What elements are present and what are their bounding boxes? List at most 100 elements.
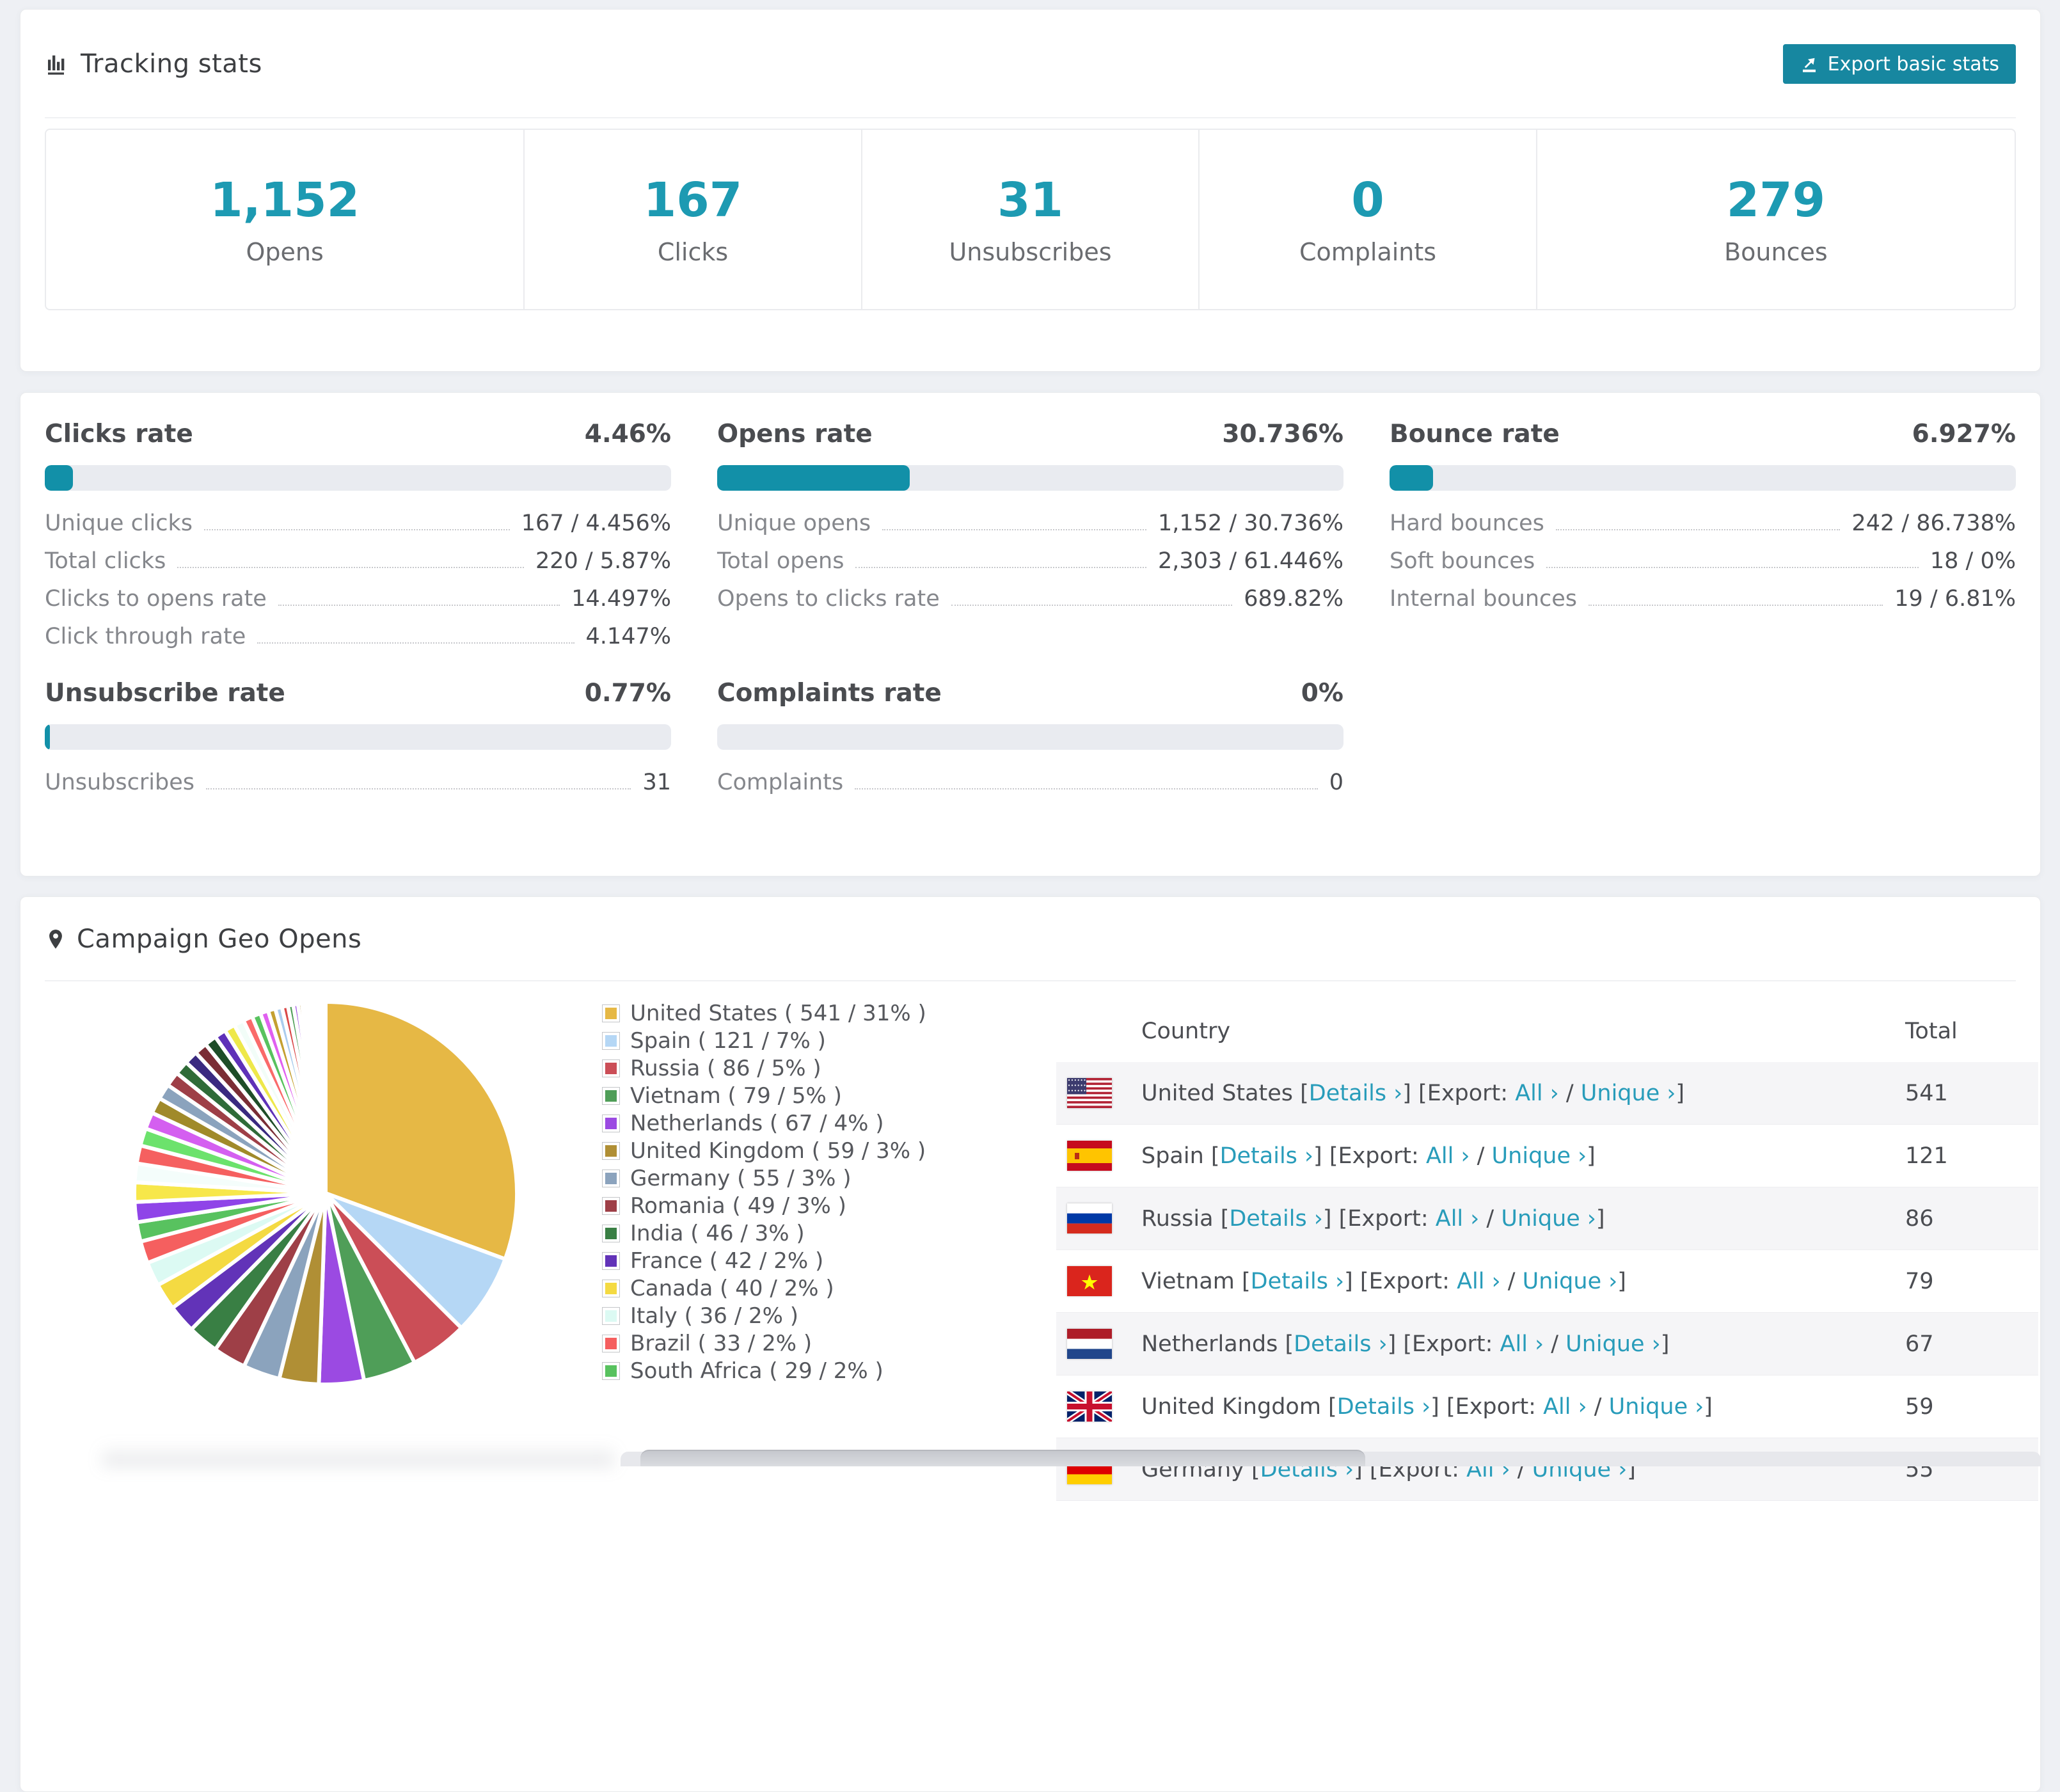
rate-value: 30.736% [1222, 420, 1343, 448]
rate-progress-bar [45, 724, 671, 750]
details-link[interactable]: Details › [1251, 1269, 1344, 1294]
export-unique-link[interactable]: Unique › [1609, 1394, 1704, 1420]
rate-row: Unique opens 1,152 / 30.736% [717, 498, 1343, 536]
total-cell: 121 [1905, 1143, 1948, 1169]
rate-progress-bar [717, 724, 1343, 750]
rate-row-value: 19 / 6.81% [1894, 586, 2016, 612]
rate-row: Click through rate 4.147% [45, 612, 671, 649]
export-all-link[interactable]: All › [1426, 1143, 1470, 1169]
export-basic-stats-button[interactable]: Export basic stats [1782, 44, 2016, 84]
geo-table-row: Germany [Details ›] [Export: All › / Uni… [1056, 1438, 2038, 1501]
rate-row-value: 220 / 5.87% [535, 548, 671, 574]
export-unique-link[interactable]: Unique › [1492, 1143, 1587, 1169]
legend-label: United States ( 541 / 31% ) [630, 1001, 926, 1026]
legend-label: Vietnam ( 79 / 5% ) [630, 1083, 842, 1109]
rate-value: 6.927% [1912, 420, 2016, 448]
rate-row-value: 18 / 0% [1929, 548, 2016, 574]
bottom-shadow [102, 1441, 614, 1466]
export-icon [1802, 58, 1816, 72]
campaign-geo-opens-card: Campaign Geo Opens United States ( 541 /… [20, 896, 2041, 1792]
rate-row: Opens to clicks rate 689.82% [717, 574, 1343, 612]
rate-row-label: Unique clicks [45, 511, 193, 536]
rate-section-opens-rate: Opens rate 30.736% Unique opens 1,152 / … [717, 420, 1343, 649]
dotted-leader [257, 642, 574, 644]
rate-row-label: Clicks to opens rate [45, 586, 267, 612]
details-link[interactable]: Details › [1309, 1081, 1402, 1106]
legend-swatch [602, 1335, 620, 1352]
tracking-stats-card: Tracking stats Export basic stats 1,152 … [20, 9, 2041, 372]
rate-row: Hard bounces 242 / 86.738% [1390, 498, 2016, 536]
legend-swatch [602, 1032, 620, 1050]
rates-card: Clicks rate 4.46% Unique clicks 167 / 4.… [20, 392, 2041, 876]
export-all-link[interactable]: All › [1457, 1269, 1501, 1294]
country-cell: Russia [Details ›] [Export: All › / Uniq… [1141, 1205, 1605, 1232]
export-unique-link[interactable]: Unique › [1501, 1206, 1596, 1232]
export-unique-link[interactable]: Unique › [1523, 1269, 1618, 1294]
legend-item: India ( 46 / 3% ) [602, 1221, 926, 1246]
export-unique-link[interactable]: Unique › [1565, 1331, 1661, 1357]
total-cell: 79 [1905, 1268, 1934, 1294]
geo-legend: United States ( 541 / 31% ) Spain ( 121 … [602, 1001, 926, 1384]
stat-label: Clicks [657, 238, 729, 266]
rate-row-label: Hard bounces [1390, 511, 1544, 536]
details-link[interactable]: Details › [1220, 1143, 1313, 1169]
geo-title: Campaign Geo Opens [77, 924, 362, 954]
legend-item: Germany ( 55 / 3% ) [602, 1166, 926, 1191]
rate-row-label: Opens to clicks rate [717, 586, 940, 612]
map-pin-icon [49, 930, 62, 949]
stat-label: Bounces [1724, 238, 1828, 266]
legend-swatch [602, 1362, 620, 1380]
legend-item: Russia ( 86 / 5% ) [602, 1056, 926, 1081]
export-all-link[interactable]: All › [1500, 1331, 1544, 1357]
rate-progress-bar [1390, 465, 2016, 491]
geo-pie-chart[interactable] [128, 995, 523, 1391]
country-cell: United States [Details ›] [Export: All ›… [1141, 1080, 1685, 1106]
export-unique-link[interactable]: Unique › [1581, 1081, 1676, 1106]
legend-item: South Africa ( 29 / 2% ) [602, 1358, 926, 1384]
details-link[interactable]: Details › [1337, 1394, 1430, 1420]
legend-label: France ( 42 / 2% ) [630, 1248, 824, 1274]
rate-row-value: 0 [1329, 770, 1343, 795]
details-link[interactable]: Details › [1294, 1331, 1387, 1357]
flag-nl-icon [1067, 1329, 1112, 1359]
export-all-link[interactable]: All › [1515, 1081, 1559, 1106]
legend-swatch [602, 1087, 620, 1105]
legend-label: Germany ( 55 / 3% ) [630, 1166, 852, 1191]
export-all-link[interactable]: All › [1436, 1206, 1480, 1232]
export-all-link[interactable]: All › [1543, 1394, 1587, 1420]
legend-swatch [602, 1004, 620, 1022]
stat-clicks: 167 Clicks [525, 130, 862, 309]
horizontal-scrollbar-thumb[interactable] [640, 1450, 1365, 1466]
rate-progress-bar [717, 465, 1343, 491]
legend-item: Netherlands ( 67 / 4% ) [602, 1111, 926, 1136]
legend-item: Spain ( 121 / 7% ) [602, 1028, 926, 1054]
flag-vn-icon [1067, 1266, 1112, 1296]
details-link[interactable]: Details › [1229, 1206, 1322, 1232]
page-title: Tracking stats [81, 49, 262, 79]
rate-row-value: 167 / 4.456% [521, 511, 671, 536]
rate-section-unsubscribe-rate: Unsubscribe rate 0.77% Unsubscribes 31 [45, 679, 671, 795]
legend-swatch [602, 1059, 620, 1077]
stat-label: Complaints [1299, 238, 1437, 266]
rate-row-label: Total opens [717, 548, 844, 574]
flag-us-icon [1067, 1078, 1112, 1108]
rate-row-label: Complaints [717, 770, 844, 795]
legend-label: Romania ( 49 / 3% ) [630, 1193, 846, 1219]
legend-item: Vietnam ( 79 / 5% ) [602, 1083, 926, 1109]
rate-row: Complaints 0 [717, 757, 1343, 795]
rate-section-bounce-rate: Bounce rate 6.927% Hard bounces 242 / 86… [1390, 420, 2016, 649]
geo-table: Country Total United States [Details ›] … [1056, 1001, 2038, 1501]
rate-row-value: 2,303 / 61.446% [1158, 548, 1343, 574]
legend-swatch [602, 1170, 620, 1187]
rate-row: Total opens 2,303 / 61.446% [717, 536, 1343, 574]
stat-value: 31 [997, 173, 1063, 228]
dotted-leader [177, 567, 524, 568]
geo-table-header: Country Total [1056, 1001, 2038, 1062]
legend-item: United Kingdom ( 59 / 3% ) [602, 1138, 926, 1164]
rate-title: Clicks rate [45, 420, 193, 448]
legend-swatch [602, 1114, 620, 1132]
dotted-leader [855, 567, 1147, 568]
rate-title: Bounce rate [1390, 420, 1560, 448]
rate-title: Complaints rate [717, 679, 942, 708]
total-cell: 67 [1905, 1331, 1934, 1357]
